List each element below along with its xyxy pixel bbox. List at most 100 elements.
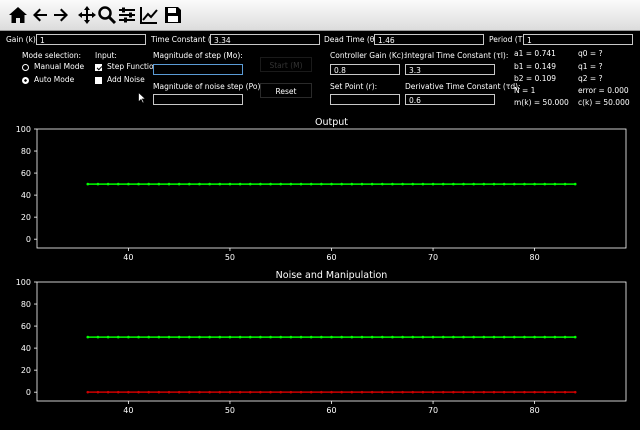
reset-button[interactable]: Reset (260, 83, 312, 98)
auto-mode-label[interactable]: Auto Mode (34, 75, 74, 85)
add-noise-checkbox[interactable] (95, 77, 102, 84)
n-readout: N = 1 (514, 86, 536, 95)
td-label: Derivative Time Constant (τd): (405, 82, 521, 91)
x-tick-label: 70 (428, 253, 438, 262)
data-point (279, 390, 283, 394)
time-constant-input[interactable]: 3.34 (210, 34, 320, 45)
data-point (452, 182, 455, 186)
dead-time-input[interactable]: 1.46 (374, 34, 484, 45)
data-point (563, 182, 567, 186)
data-point (167, 182, 171, 186)
data-point (177, 182, 181, 186)
ti-input[interactable]: 3.3 (405, 64, 495, 75)
y-tick-label: 100 (16, 278, 31, 287)
data-point (147, 182, 151, 186)
data-point (218, 390, 222, 394)
data-point (248, 182, 252, 186)
mouse-cursor-icon (138, 92, 146, 104)
start-button[interactable]: Start (M) (260, 57, 312, 72)
data-point (462, 335, 465, 339)
data-point (320, 335, 323, 339)
data-point (401, 390, 404, 394)
data-point (340, 390, 343, 394)
data-point (86, 390, 90, 394)
forward-arrow-icon[interactable] (51, 5, 71, 25)
kc-input[interactable]: 0.8 (330, 64, 400, 75)
data-point (177, 390, 181, 394)
mo-input[interactable] (153, 64, 243, 75)
data-point (86, 182, 90, 186)
data-point (411, 182, 415, 186)
plot-frame (36, 281, 627, 402)
data-point (269, 182, 272, 186)
data-point (188, 390, 191, 394)
data-point (452, 335, 455, 339)
data-point (452, 390, 455, 394)
data-point (573, 390, 577, 394)
configure-subplots-icon[interactable] (117, 5, 137, 25)
q0-readout: q0 = ? (578, 49, 603, 58)
data-point (320, 390, 323, 394)
mk-readout: m(k) = 50.000 (514, 98, 569, 107)
po-label: Magnitude of noise step (Po): (153, 82, 263, 91)
save-icon[interactable] (163, 5, 183, 25)
data-point (299, 390, 303, 394)
data-point (208, 335, 211, 339)
auto-mode-radio[interactable] (22, 77, 29, 84)
manual-mode-label[interactable]: Manual Mode (34, 62, 84, 72)
data-point (523, 390, 526, 394)
data-point (512, 390, 516, 394)
data-point (462, 182, 465, 186)
add-noise-label[interactable]: Add Noise (107, 75, 145, 85)
x-tick-label: 60 (326, 406, 336, 415)
back-arrow-icon[interactable] (30, 5, 50, 25)
mode-selection-title: Mode selection: (22, 51, 82, 60)
gain-label: Gain (k): (6, 35, 39, 44)
output-chart[interactable]: Output 0 20 40 60 80 100 40 50 60 70 80 (0, 112, 640, 272)
data-point (421, 390, 425, 394)
period-input[interactable]: 1 (523, 34, 633, 45)
data-point (441, 182, 445, 186)
data-point (279, 335, 283, 339)
data-point (472, 335, 475, 339)
data-point (573, 335, 577, 339)
td-input[interactable]: 0.6 (405, 94, 495, 105)
data-point (248, 390, 252, 394)
step-function-checkbox[interactable] (95, 64, 102, 71)
y-tick-label: 60 (21, 322, 31, 331)
data-point (472, 182, 475, 186)
data-point (228, 335, 232, 339)
data-point (157, 390, 161, 394)
data-point (411, 390, 415, 394)
edit-axis-icon[interactable] (139, 5, 159, 25)
data-point (512, 182, 516, 186)
q2-readout: q2 = ? (578, 74, 603, 83)
noise-manipulation-chart[interactable]: Noise and Manipulation 0 20 40 60 80 100 40 50 60… (0, 265, 640, 425)
data-point (360, 335, 364, 339)
gain-input[interactable]: 1 (36, 34, 146, 45)
data-point (167, 390, 171, 394)
setpoint-input[interactable] (330, 94, 400, 105)
pan-icon[interactable] (77, 5, 97, 25)
data-point (137, 335, 140, 339)
error-readout: error = 0.000 (578, 86, 629, 95)
x-tick-label: 50 (225, 253, 235, 262)
x-tick-label: 70 (428, 406, 438, 415)
data-point (289, 390, 293, 394)
data-point (188, 335, 191, 339)
data-point (533, 182, 536, 186)
step-function-label[interactable]: Step Function (107, 62, 158, 72)
data-point (482, 335, 486, 339)
data-point (401, 335, 404, 339)
manual-mode-radio[interactable] (22, 64, 29, 71)
data-point (116, 335, 120, 339)
data-point (208, 390, 211, 394)
data-point (309, 335, 313, 339)
data-point (523, 335, 526, 339)
data-point (259, 335, 262, 339)
data-point (96, 182, 100, 186)
home-icon[interactable] (8, 5, 28, 25)
zoom-icon[interactable] (97, 5, 117, 25)
po-input[interactable] (153, 94, 243, 105)
data-point (147, 335, 151, 339)
